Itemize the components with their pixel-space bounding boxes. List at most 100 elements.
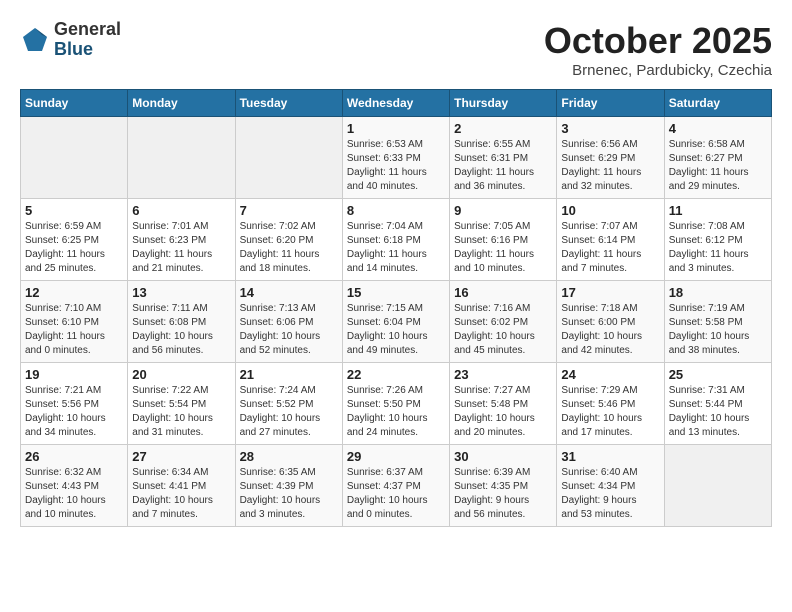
title-section: October 2025 Brnenec, Pardubicky, Czechi…: [544, 20, 772, 79]
day-info: Sunrise: 6:55 AM Sunset: 6:31 PM Dayligh…: [454, 138, 552, 194]
calendar-cell: 18 Sunrise: 7:19 AM Sunset: 5:58 PM Dayli…: [664, 281, 771, 363]
day-info: Sunrise: 7:04 AM Sunset: 6:18 PM Dayligh…: [347, 220, 445, 276]
calendar-cell: 1 Sunrise: 6:53 AM Sunset: 6:33 PM Daylig…: [342, 117, 449, 199]
calendar-cell: 6Sunrise: 7:01 AM Sunset: 6:23 PM Daylig…: [128, 199, 235, 281]
calendar-cell: 30 Sunrise: 6:39 AM Sunset: 4:35 PM Dayli…: [450, 445, 557, 527]
day-info: Sunrise: 7:31 AM Sunset: 5:44 PM Dayligh…: [669, 384, 767, 440]
calendar-cell: 7Sunrise: 7:02 AM Sunset: 6:20 PM Daylig…: [235, 199, 342, 281]
day-number: 13: [132, 285, 230, 300]
day-number: 1: [347, 121, 445, 136]
day-number: 2: [454, 121, 552, 136]
day-info: Sunrise: 7:05 AM Sunset: 6:16 PM Dayligh…: [454, 220, 552, 276]
header-day-friday: Friday: [557, 90, 664, 117]
calendar-week-4: 19Sunrise: 7:21 AM Sunset: 5:56 PM Dayli…: [21, 363, 772, 445]
day-number: 22: [347, 367, 445, 382]
logo-general-text: General: [54, 20, 121, 40]
header-day-thursday: Thursday: [450, 90, 557, 117]
day-info: Sunrise: 7:11 AM Sunset: 6:08 PM Dayligh…: [132, 302, 230, 358]
location-subtitle: Brnenec, Pardubicky, Czechia: [544, 62, 772, 79]
day-number: 3: [561, 121, 659, 136]
day-number: 5: [25, 203, 123, 218]
day-number: 8: [347, 203, 445, 218]
calendar-cell: 10 Sunrise: 7:07 AM Sunset: 6:14 PM Dayli…: [557, 199, 664, 281]
calendar-cell: 9 Sunrise: 7:05 AM Sunset: 6:16 PM Daylig…: [450, 199, 557, 281]
logo: General Blue: [20, 20, 121, 60]
day-info: Sunrise: 6:58 AM Sunset: 6:27 PM Dayligh…: [669, 138, 767, 194]
calendar-cell: 5 Sunrise: 6:59 AM Sunset: 6:25 PM Daylig…: [21, 199, 128, 281]
header-day-tuesday: Tuesday: [235, 90, 342, 117]
day-info: Sunrise: 6:53 AM Sunset: 6:33 PM Dayligh…: [347, 138, 445, 194]
day-number: 12: [25, 285, 123, 300]
calendar-week-2: 5 Sunrise: 6:59 AM Sunset: 6:25 PM Daylig…: [21, 199, 772, 281]
calendar-cell: 22Sunrise: 7:26 AM Sunset: 5:50 PM Dayli…: [342, 363, 449, 445]
header-day-monday: Monday: [128, 90, 235, 117]
calendar-cell: 4 Sunrise: 6:58 AM Sunset: 6:27 PM Daylig…: [664, 117, 771, 199]
day-number: 30: [454, 449, 552, 464]
day-info: Sunrise: 7:01 AM Sunset: 6:23 PM Dayligh…: [132, 220, 230, 276]
day-number: 27: [132, 449, 230, 464]
day-number: 21: [240, 367, 338, 382]
day-info: Sunrise: 7:27 AM Sunset: 5:48 PM Dayligh…: [454, 384, 552, 440]
day-number: 26: [25, 449, 123, 464]
calendar-cell: 25 Sunrise: 7:31 AM Sunset: 5:44 PM Dayli…: [664, 363, 771, 445]
day-info: Sunrise: 6:34 AM Sunset: 4:41 PM Dayligh…: [132, 466, 230, 522]
calendar-body: 1 Sunrise: 6:53 AM Sunset: 6:33 PM Daylig…: [21, 117, 772, 527]
calendar-cell: 28Sunrise: 6:35 AM Sunset: 4:39 PM Dayli…: [235, 445, 342, 527]
day-number: 25: [669, 367, 767, 382]
calendar-cell: 17Sunrise: 7:18 AM Sunset: 6:00 PM Dayli…: [557, 281, 664, 363]
calendar-cell: 27 Sunrise: 6:34 AM Sunset: 4:41 PM Dayli…: [128, 445, 235, 527]
header-day-wednesday: Wednesday: [342, 90, 449, 117]
day-info: Sunrise: 7:19 AM Sunset: 5:58 PM Dayligh…: [669, 302, 767, 358]
day-info: Sunrise: 7:29 AM Sunset: 5:46 PM Dayligh…: [561, 384, 659, 440]
day-info: Sunrise: 7:13 AM Sunset: 6:06 PM Dayligh…: [240, 302, 338, 358]
day-number: 28: [240, 449, 338, 464]
calendar-cell: 3 Sunrise: 6:56 AM Sunset: 6:29 PM Daylig…: [557, 117, 664, 199]
day-info: Sunrise: 7:24 AM Sunset: 5:52 PM Dayligh…: [240, 384, 338, 440]
day-number: 9: [454, 203, 552, 218]
calendar-cell: 2 Sunrise: 6:55 AM Sunset: 6:31 PM Daylig…: [450, 117, 557, 199]
day-info: Sunrise: 7:15 AM Sunset: 6:04 PM Dayligh…: [347, 302, 445, 358]
logo-blue-text: Blue: [54, 40, 121, 60]
day-info: Sunrise: 6:56 AM Sunset: 6:29 PM Dayligh…: [561, 138, 659, 194]
calendar-week-1: 1 Sunrise: 6:53 AM Sunset: 6:33 PM Daylig…: [21, 117, 772, 199]
calendar-cell: 23 Sunrise: 7:27 AM Sunset: 5:48 PM Dayli…: [450, 363, 557, 445]
day-number: 19: [25, 367, 123, 382]
calendar-cell: 24Sunrise: 7:29 AM Sunset: 5:46 PM Dayli…: [557, 363, 664, 445]
calendar-cell: 8 Sunrise: 7:04 AM Sunset: 6:18 PM Daylig…: [342, 199, 449, 281]
day-info: Sunrise: 7:22 AM Sunset: 5:54 PM Dayligh…: [132, 384, 230, 440]
logo-icon: [20, 25, 50, 55]
day-info: Sunrise: 6:39 AM Sunset: 4:35 PM Dayligh…: [454, 466, 552, 522]
day-number: 18: [669, 285, 767, 300]
calendar-cell: [21, 117, 128, 199]
day-number: 23: [454, 367, 552, 382]
calendar-cell: 13 Sunrise: 7:11 AM Sunset: 6:08 PM Dayli…: [128, 281, 235, 363]
day-info: Sunrise: 6:59 AM Sunset: 6:25 PM Dayligh…: [25, 220, 123, 276]
day-info: Sunrise: 6:40 AM Sunset: 4:34 PM Dayligh…: [561, 466, 659, 522]
day-number: 31: [561, 449, 659, 464]
page-header: General Blue October 2025 Brnenec, Pardu…: [20, 20, 772, 79]
day-number: 16: [454, 285, 552, 300]
day-info: Sunrise: 7:10 AM Sunset: 6:10 PM Dayligh…: [25, 302, 123, 358]
calendar-cell: 15Sunrise: 7:15 AM Sunset: 6:04 PM Dayli…: [342, 281, 449, 363]
calendar-cell: 14Sunrise: 7:13 AM Sunset: 6:06 PM Dayli…: [235, 281, 342, 363]
calendar-header: SundayMondayTuesdayWednesdayThursdayFrid…: [21, 90, 772, 117]
calendar-cell: 20 Sunrise: 7:22 AM Sunset: 5:54 PM Dayli…: [128, 363, 235, 445]
day-info: Sunrise: 6:32 AM Sunset: 4:43 PM Dayligh…: [25, 466, 123, 522]
day-info: Sunrise: 7:07 AM Sunset: 6:14 PM Dayligh…: [561, 220, 659, 276]
day-info: Sunrise: 7:18 AM Sunset: 6:00 PM Dayligh…: [561, 302, 659, 358]
header-row: SundayMondayTuesdayWednesdayThursdayFrid…: [21, 90, 772, 117]
calendar-week-5: 26 Sunrise: 6:32 AM Sunset: 4:43 PM Dayli…: [21, 445, 772, 527]
calendar-table: SundayMondayTuesdayWednesdayThursdayFrid…: [20, 89, 772, 527]
day-number: 4: [669, 121, 767, 136]
day-number: 20: [132, 367, 230, 382]
day-number: 10: [561, 203, 659, 218]
calendar-cell: 26 Sunrise: 6:32 AM Sunset: 4:43 PM Dayli…: [21, 445, 128, 527]
header-day-saturday: Saturday: [664, 90, 771, 117]
calendar-cell: 21 Sunrise: 7:24 AM Sunset: 5:52 PM Dayli…: [235, 363, 342, 445]
calendar-cell: [235, 117, 342, 199]
day-info: Sunrise: 6:37 AM Sunset: 4:37 PM Dayligh…: [347, 466, 445, 522]
calendar-cell: 16Sunrise: 7:16 AM Sunset: 6:02 PM Dayli…: [450, 281, 557, 363]
calendar-cell: [128, 117, 235, 199]
day-number: 11: [669, 203, 767, 218]
calendar-cell: [664, 445, 771, 527]
